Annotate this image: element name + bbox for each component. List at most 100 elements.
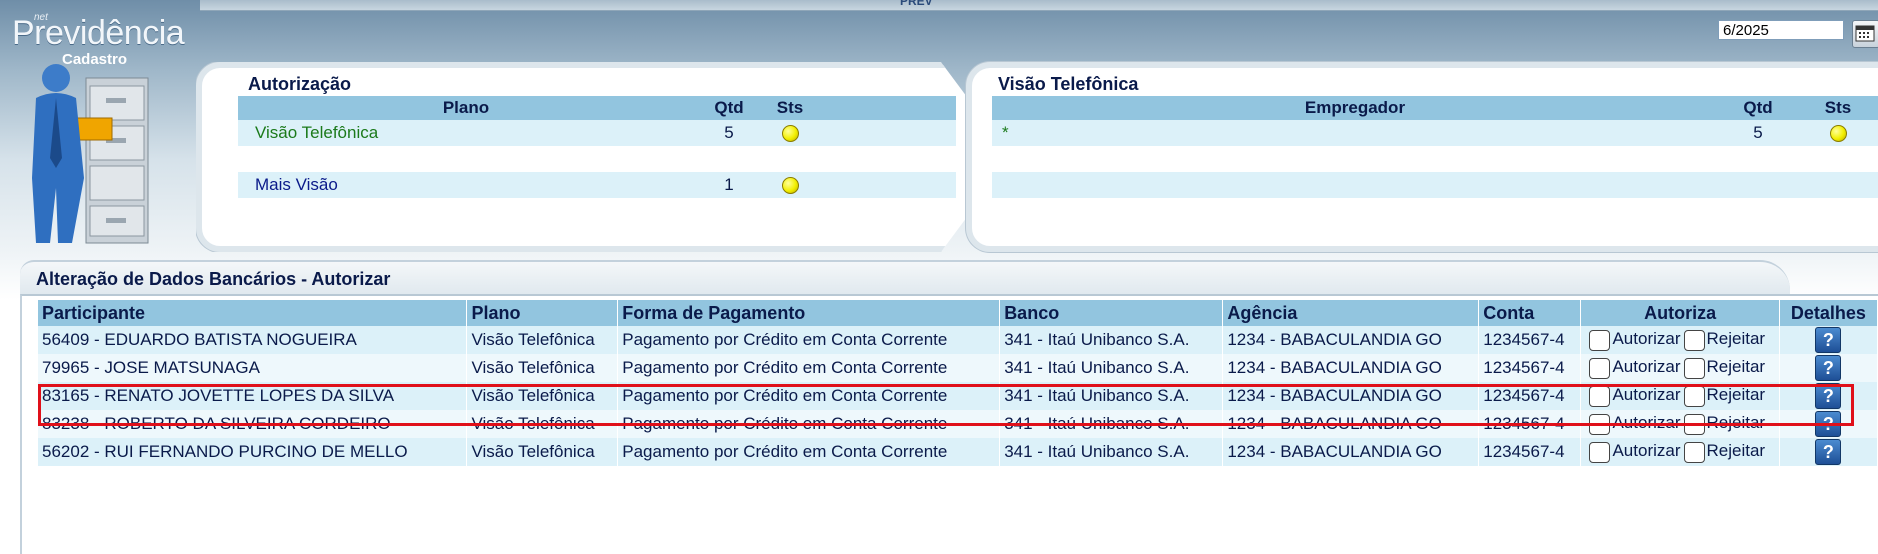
filing-cabinet-figure-icon (32, 64, 149, 244)
reject-checkbox[interactable] (1683, 329, 1705, 351)
forma-pagamento-cell: Pagamento por Crédito em Conta Corrente (617, 382, 1001, 410)
participante-cell: 83165 - RENATO JOVETTE LOPES DA SILVA (38, 382, 468, 410)
autorizacao-table: Plano Qtd Sts Visão Telefônica 5 Mais Vi… (238, 96, 956, 220)
authorize-label: Autorizar (1612, 357, 1681, 377)
banco-cell: 341 - Itaú Unibanco S.A. (999, 438, 1224, 466)
reject-checkbox[interactable] (1683, 385, 1705, 407)
empregador-row[interactable]: * 5 (992, 120, 1878, 146)
col-sts: Sts (1798, 96, 1878, 120)
conta-cell: 1234567-4 (1478, 410, 1582, 438)
authorize-label: Autorizar (1612, 413, 1681, 433)
reject-checkbox[interactable] (1683, 441, 1705, 463)
qtd-value: 1 (694, 172, 764, 198)
col-qtd: Qtd (694, 96, 764, 120)
table-row: 79965 - JOSE MATSUNAGA Visão Telefônica Pa… (38, 354, 1878, 382)
banco-cell: 341 - Itaú Unibanco S.A. (999, 410, 1224, 438)
authorize-checkbox[interactable] (1589, 385, 1611, 407)
conta-cell: 1234567-4 (1478, 326, 1582, 354)
status-yellow-icon (1829, 125, 1847, 143)
reject-label: Rejeitar (1706, 329, 1766, 349)
autorizacao-row[interactable]: Visão Telefônica 5 (238, 120, 956, 146)
agencia-cell: 1234 - BABACULANDIA GO (1222, 354, 1480, 382)
authorize-checkbox[interactable] (1589, 441, 1611, 463)
col-plano: Plano (238, 96, 694, 120)
participante-cell: 83238 - ROBERTO DA SILVEIRA CORDEIRO (38, 410, 468, 438)
autoriza-cell: Autorizar Rejeitar (1580, 354, 1780, 382)
table-row: 83238 - ROBERTO DA SILVEIRA CORDEIRO Visã… (38, 410, 1878, 438)
plano-cell: Visão Telefônica (466, 326, 619, 354)
participante-cell: 56202 - RUI FERNANDO PURCINO DE MELLO (38, 438, 468, 466)
period-input[interactable]: 6/2025 (1718, 20, 1844, 40)
forma-pagamento-cell: Pagamento por Crédito em Conta Corrente (617, 410, 1001, 438)
plano-link[interactable]: Visão Telefônica (238, 120, 694, 146)
bank-changes-table: Participante Plano Forma de Pagamento Ba… (38, 300, 1878, 466)
plano-cell: Visão Telefônica (466, 354, 619, 382)
authorize-label: Autorizar (1612, 441, 1681, 461)
col-conta: Conta (1478, 300, 1582, 326)
forma-pagamento-cell: Pagamento por Crédito em Conta Corrente (617, 354, 1001, 382)
col-qtd: Qtd (1718, 96, 1798, 120)
agencia-cell: 1234 - BABACULANDIA GO (1222, 410, 1480, 438)
empregador-link[interactable]: * (992, 120, 1718, 146)
detalhes-cell: ? (1779, 354, 1878, 382)
app-logo: net Previdência Cadastro (12, 4, 202, 68)
authorize-checkbox[interactable] (1589, 357, 1611, 379)
authorize-checkbox[interactable] (1589, 329, 1611, 351)
qtd-value: 5 (694, 120, 764, 146)
banco-cell: 341 - Itaú Unibanco S.A. (999, 382, 1224, 410)
help-icon[interactable]: ? (1815, 355, 1842, 381)
agencia-cell: 1234 - BABACULANDIA GO (1222, 326, 1480, 354)
col-banco: Banco (999, 300, 1224, 326)
visao-telefonica-table: Empregador Qtd Sts * 5 (992, 96, 1878, 220)
reject-checkbox[interactable] (1683, 357, 1705, 379)
banco-cell: 341 - Itaú Unibanco S.A. (999, 326, 1224, 354)
status-yellow-icon (781, 125, 799, 143)
col-autoriza: Autoriza (1580, 300, 1780, 326)
help-icon[interactable]: ? (1815, 411, 1842, 437)
table-row: 83165 - RENATO JOVETTE LOPES DA SILVA Vis… (38, 382, 1878, 410)
conta-cell: 1234567-4 (1478, 382, 1582, 410)
agencia-cell: 1234 - BABACULANDIA GO (1222, 438, 1480, 466)
autoriza-cell: Autorizar Rejeitar (1580, 438, 1780, 466)
participante-cell: 56409 - EDUARDO BATISTA NOGUEIRA (38, 326, 468, 354)
authorize-checkbox[interactable] (1589, 413, 1611, 435)
plano-link[interactable]: Mais Visão (238, 172, 694, 198)
top-nav-strip: PREV (200, 0, 1878, 11)
plano-cell: Visão Telefônica (466, 438, 619, 466)
reject-label: Rejeitar (1706, 413, 1766, 433)
help-icon[interactable]: ? (1815, 439, 1842, 465)
autorizacao-title: Autorização (248, 74, 352, 94)
conta-cell: 1234567-4 (1478, 354, 1582, 382)
autoriza-cell: Autorizar Rejeitar (1580, 382, 1780, 410)
col-forma-pagamento: Forma de Pagamento (617, 300, 1001, 326)
reject-checkbox[interactable] (1683, 413, 1705, 435)
forma-pagamento-cell: Pagamento por Crédito em Conta Corrente (617, 438, 1001, 466)
participante-cell: 79965 - JOSE MATSUNAGA (38, 354, 468, 382)
help-icon[interactable]: ? (1815, 327, 1842, 353)
bank-section-title: Alteração de Dados Bancários - Autorizar (36, 269, 391, 289)
calendar-icon[interactable] (1852, 20, 1878, 48)
banco-cell: 341 - Itaú Unibanco S.A. (999, 354, 1224, 382)
autorizacao-row[interactable]: Mais Visão 1 (238, 172, 956, 198)
col-empregador: Empregador (992, 96, 1718, 120)
col-participante: Participante (38, 300, 468, 326)
table-row: 56202 - RUI FERNANDO PURCINO DE MELLO Vis… (38, 438, 1878, 466)
detalhes-cell: ? (1779, 410, 1878, 438)
table-row: 56409 - EDUARDO BATISTA NOGUEIRA Visão Te… (38, 326, 1878, 354)
authorize-label: Autorizar (1612, 385, 1681, 405)
conta-cell: 1234567-4 (1478, 438, 1582, 466)
help-icon[interactable]: ? (1815, 383, 1842, 409)
col-agencia: Agência (1222, 300, 1480, 326)
status-yellow-icon (781, 177, 799, 195)
reject-label: Rejeitar (1706, 441, 1766, 461)
forma-pagamento-cell: Pagamento por Crédito em Conta Corrente (617, 326, 1001, 354)
visao-telefonica-title: Visão Telefônica (998, 74, 1139, 94)
plano-cell: Visão Telefônica (466, 382, 619, 410)
detalhes-cell: ? (1779, 326, 1878, 354)
bank-section-header: Alteração de Dados Bancários - Autorizar (20, 260, 1790, 296)
qtd-value: 5 (1718, 120, 1798, 146)
logo-title: Previdência (12, 14, 185, 52)
col-detalhes: Detalhes (1779, 300, 1878, 326)
plano-cell: Visão Telefônica (466, 410, 619, 438)
top-nav-label: PREV (900, 0, 933, 8)
